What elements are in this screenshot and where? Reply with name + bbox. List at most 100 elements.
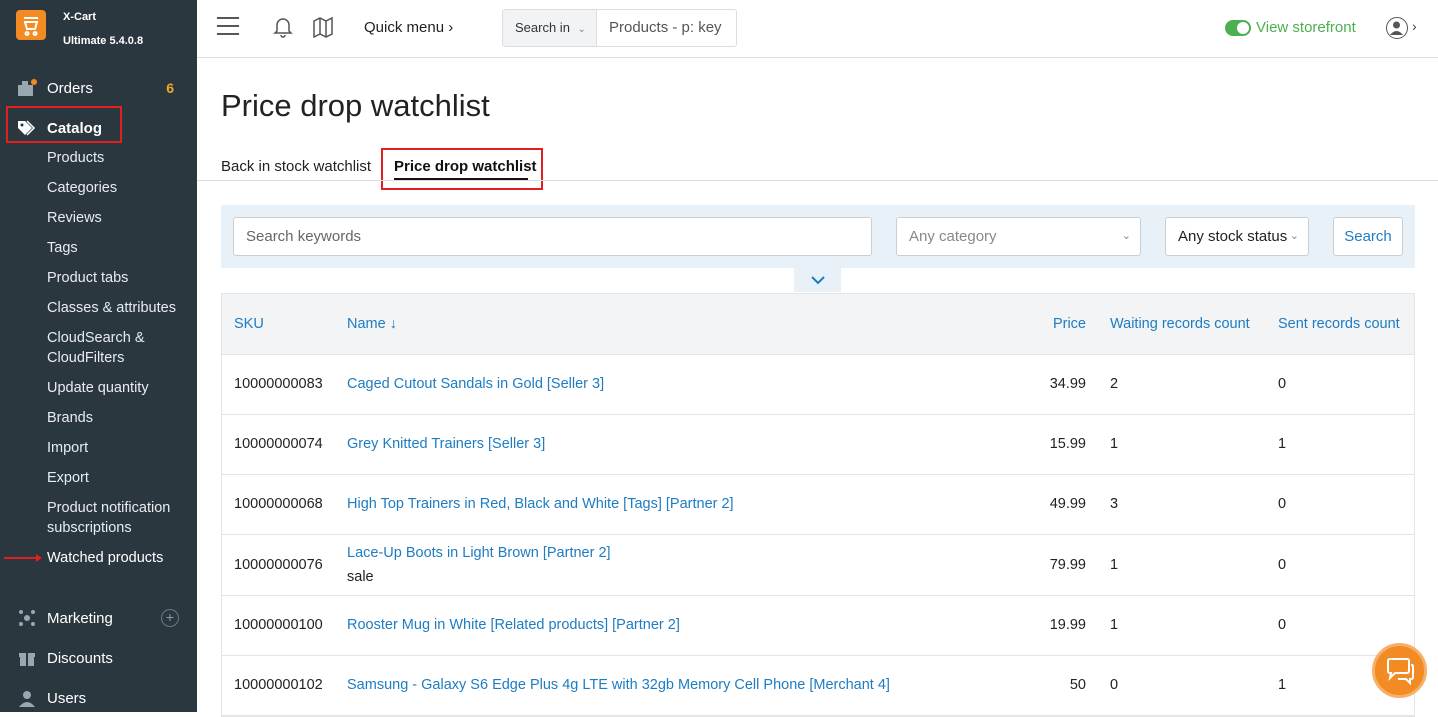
user-account-icon[interactable] <box>1386 17 1408 39</box>
column-header-sku[interactable]: SKU <box>234 316 264 332</box>
sidebar-subitem-label: CloudFilters <box>47 350 125 366</box>
cell-price: 49.99 <box>1049 496 1086 512</box>
product-link[interactable]: Grey Knitted Trainers [Seller 3] <box>347 436 545 452</box>
cell-sent-count: 0 <box>1278 557 1287 573</box>
search-in-dropdown[interactable]: Search in ⌄ <box>502 9 597 47</box>
brand-name: X-Cart <box>63 11 97 23</box>
quick-menu-button[interactable]: Quick menu › <box>364 19 453 36</box>
header-search-input[interactable]: Products - p: key <box>596 9 737 47</box>
cell-price: 15.99 <box>1049 436 1086 452</box>
chat-bubble-icon <box>1386 657 1414 685</box>
table-row: 10000000074 Grey Knitted Trainers [Selle… <box>222 415 1414 475</box>
product-link[interactable]: Lace-Up Boots in Light Brown [Partner 2] <box>347 545 611 561</box>
orders-count-badge: 6 <box>166 80 174 96</box>
column-header-waiting-records[interactable]: Waiting records count <box>1110 316 1250 332</box>
sidebar-subitem-import[interactable]: Import <box>47 438 88 458</box>
sidebar-subitem-label: Product notification <box>47 500 171 516</box>
cell-waiting-count: 1 <box>1110 617 1119 633</box>
cell-waiting-count: 1 <box>1110 436 1119 452</box>
column-header-price[interactable]: Price <box>1053 316 1086 332</box>
cell-price: 19.99 <box>1049 617 1086 633</box>
cell-waiting-count: 1 <box>1110 557 1119 573</box>
orders-icon <box>17 78 37 98</box>
category-select-value: Any category <box>909 228 997 245</box>
marketing-icon <box>17 608 37 628</box>
cell-sku: 10000000102 <box>234 677 323 693</box>
red-arrow-annotation-icon <box>4 554 42 562</box>
table-row: 10000000102 Samsung - Galaxy S6 Edge Plu… <box>222 656 1414 716</box>
cell-sku: 10000000068 <box>234 496 323 512</box>
chevron-down-icon <box>810 275 825 284</box>
sidebar-subitem-product-notifications[interactable]: Product notification subscriptions <box>47 498 170 538</box>
expand-filters-toggle[interactable] <box>794 268 841 292</box>
quick-menu-label: Quick menu <box>364 19 445 36</box>
view-storefront-link[interactable]: View storefront <box>1256 19 1356 36</box>
cell-price: 50 <box>1069 677 1086 693</box>
cell-sent-count: 0 <box>1278 617 1287 633</box>
chat-support-button[interactable] <box>1372 643 1427 698</box>
sidebar-item-label: Discounts <box>47 649 113 667</box>
sidebar-subitem-reviews[interactable]: Reviews <box>47 208 102 228</box>
sidebar-subitem-categories[interactable]: Categories <box>47 178 117 198</box>
product-note: sale <box>347 569 374 585</box>
cell-sku: 10000000100 <box>234 617 323 633</box>
column-header-name[interactable]: Name ↓ <box>347 316 397 332</box>
sidebar-subitem-update-quantity[interactable]: Update quantity <box>47 378 149 398</box>
sidebar-subitem-tags[interactable]: Tags <box>47 238 78 258</box>
tab-back-in-stock-watchlist[interactable]: Back in stock watchlist <box>221 158 371 175</box>
sidebar-subitem-export[interactable]: Export <box>47 468 89 488</box>
product-link[interactable]: Samsung - Galaxy S6 Edge Plus 4g LTE wit… <box>347 677 890 693</box>
top-header: Quick menu › Search in ⌄ Products - p: k… <box>197 0 1438 58</box>
cell-waiting-count: 0 <box>1110 677 1119 693</box>
category-select[interactable]: Any category ⌄ <box>896 217 1141 256</box>
search-keywords-input[interactable]: Search keywords <box>233 217 872 256</box>
sidebar-item-orders[interactable]: Orders 6 <box>0 73 197 103</box>
cell-sku: 10000000076 <box>234 557 323 573</box>
storefront-map-icon[interactable] <box>312 16 334 43</box>
storefront-toggle[interactable] <box>1225 20 1251 36</box>
sidebar-subitem-brands[interactable]: Brands <box>47 408 93 428</box>
sidebar-item-label: Marketing <box>47 609 113 627</box>
page-title: Price drop watchlist <box>221 88 490 123</box>
sidebar-item-marketing[interactable]: Marketing + <box>0 603 197 633</box>
product-link[interactable]: High Top Trainers in Red, Black and Whit… <box>347 496 734 512</box>
hamburger-menu-icon[interactable] <box>217 17 239 35</box>
sidebar-subitem-watched-products[interactable]: Watched products <box>47 548 163 568</box>
sidebar-item-label: Orders <box>47 79 93 97</box>
stock-status-select[interactable]: Any stock status ⌄ <box>1165 217 1309 256</box>
cell-sent-count: 0 <box>1278 376 1287 392</box>
xcart-logo-icon <box>16 10 46 40</box>
bell-icon[interactable] <box>273 16 293 43</box>
chevron-right-icon[interactable]: › <box>1412 18 1417 34</box>
product-link[interactable]: Caged Cutout Sandals in Gold [Seller 3] <box>347 376 604 392</box>
sidebar-subitem-label: CloudSearch & <box>47 330 145 346</box>
search-in-label: Search in <box>515 20 570 35</box>
table-row: 10000000100 Rooster Mug in White [Relate… <box>222 596 1414 656</box>
add-icon[interactable]: + <box>161 609 179 627</box>
cell-sent-count: 0 <box>1278 496 1287 512</box>
sidebar-subitem-label: subscriptions <box>47 520 132 536</box>
sort-down-arrow-icon: ↓ <box>389 316 397 332</box>
watchlist-table: SKU Name ↓ Price Waiting records count S… <box>221 293 1415 717</box>
sidebar-subitem-classes-attributes[interactable]: Classes & attributes <box>47 298 176 318</box>
chevron-right-icon: › <box>448 19 454 36</box>
cell-waiting-count: 2 <box>1110 376 1119 392</box>
sidebar-subitem-product-tabs[interactable]: Product tabs <box>47 268 128 288</box>
chevron-down-icon: ⌄ <box>1121 230 1131 242</box>
chevron-down-icon: ⌄ <box>1289 230 1299 242</box>
sidebar-subitem-products[interactable]: Products <box>47 148 104 168</box>
sidebar-item-users[interactable]: Users <box>0 683 197 713</box>
search-button[interactable]: Search <box>1333 217 1403 256</box>
brand[interactable]: X-Cart Ultimate 5.4.0.8 <box>0 0 197 58</box>
cell-sku: 10000000083 <box>234 376 323 392</box>
cell-sent-count: 1 <box>1278 436 1287 452</box>
column-header-sent-records[interactable]: Sent records count <box>1278 316 1400 332</box>
cell-price: 34.99 <box>1049 376 1086 392</box>
filter-panel: Search keywords Any category ⌄ Any stock… <box>221 205 1415 268</box>
sidebar-subitem-cloudsearch[interactable]: CloudSearch & CloudFilters <box>47 328 145 368</box>
table-row: 10000000076 Lace-Up Boots in Light Brown… <box>222 535 1414 596</box>
table-header: SKU Name ↓ Price Waiting records count S… <box>222 294 1414 355</box>
product-link[interactable]: Rooster Mug in White [Related products] … <box>347 617 680 633</box>
sidebar-item-discounts[interactable]: Discounts <box>0 643 197 673</box>
sidebar: X-Cart Ultimate 5.4.0.8 Orders 6 Catalog… <box>0 0 197 712</box>
